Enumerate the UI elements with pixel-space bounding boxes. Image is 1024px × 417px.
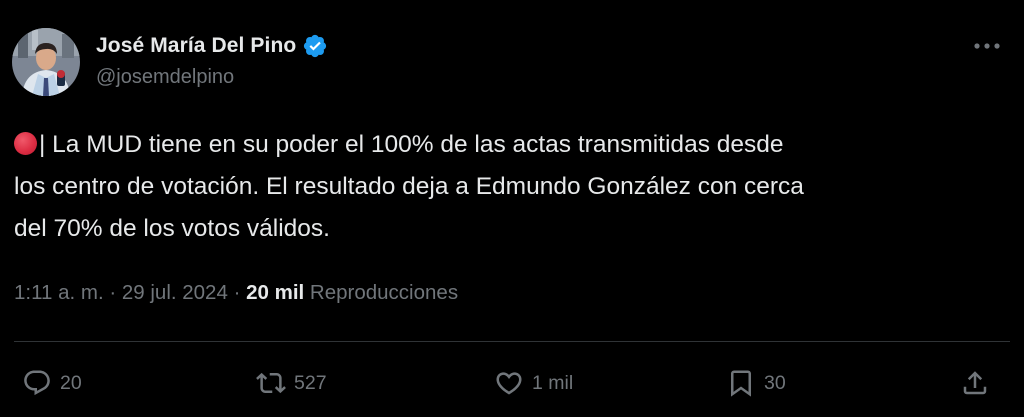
bookmark-count: 30 <box>764 371 786 394</box>
share-icon <box>963 371 987 395</box>
meta-separator: · <box>103 281 122 304</box>
tweet-line-1: | La MUD tiene en su poder el 100% de la… <box>39 131 784 158</box>
repost-button[interactable]: 527 <box>256 366 327 400</box>
tweet-meta: 1:11 a. m. · 29 jul. 2024 · 20 mil Repro… <box>14 281 458 305</box>
views-count: 20 mil <box>246 281 305 304</box>
views-label: Reproducciones <box>309 281 459 304</box>
tweet-text: | La MUD tiene en su poder el 100% de la… <box>14 124 1004 250</box>
like-count: 1 mil <box>532 371 574 394</box>
reply-count: 20 <box>60 371 82 394</box>
more-options-icon[interactable] <box>972 36 1002 56</box>
bookmark-button[interactable]: 30 <box>726 366 786 400</box>
tweet-line-2: los centro de votación. El resultado dej… <box>14 173 804 200</box>
tweet-time[interactable]: 1:11 a. m. <box>14 281 104 305</box>
avatar-image <box>12 28 80 96</box>
display-name[interactable]: José María Del Pino <box>96 34 296 58</box>
name-row: José María Del Pino <box>96 30 328 62</box>
tweet-line-3: del 70% de los votos válidos. <box>14 215 330 242</box>
verified-badge-icon[interactable] <box>302 33 328 59</box>
heart-icon <box>496 372 522 395</box>
bookmark-icon <box>731 370 751 397</box>
tweet-card: José María Del Pino @josemdelpino | La M… <box>0 0 1024 417</box>
author-info: José María Del Pino @josemdelpino <box>96 30 328 89</box>
tweet-date[interactable]: 29 jul. 2024 <box>122 281 228 305</box>
repost-icon <box>256 372 286 394</box>
repost-count: 527 <box>294 371 327 394</box>
reply-button[interactable]: 20 <box>22 366 82 400</box>
reply-icon <box>24 370 50 396</box>
divider <box>14 341 1010 342</box>
user-handle[interactable]: @josemdelpino <box>96 66 328 89</box>
meta-separator: · <box>227 281 247 304</box>
red-circle-emoji-icon <box>14 132 37 155</box>
share-button[interactable] <box>960 366 990 400</box>
like-button[interactable]: 1 mil <box>494 366 573 400</box>
avatar[interactable] <box>12 28 80 96</box>
